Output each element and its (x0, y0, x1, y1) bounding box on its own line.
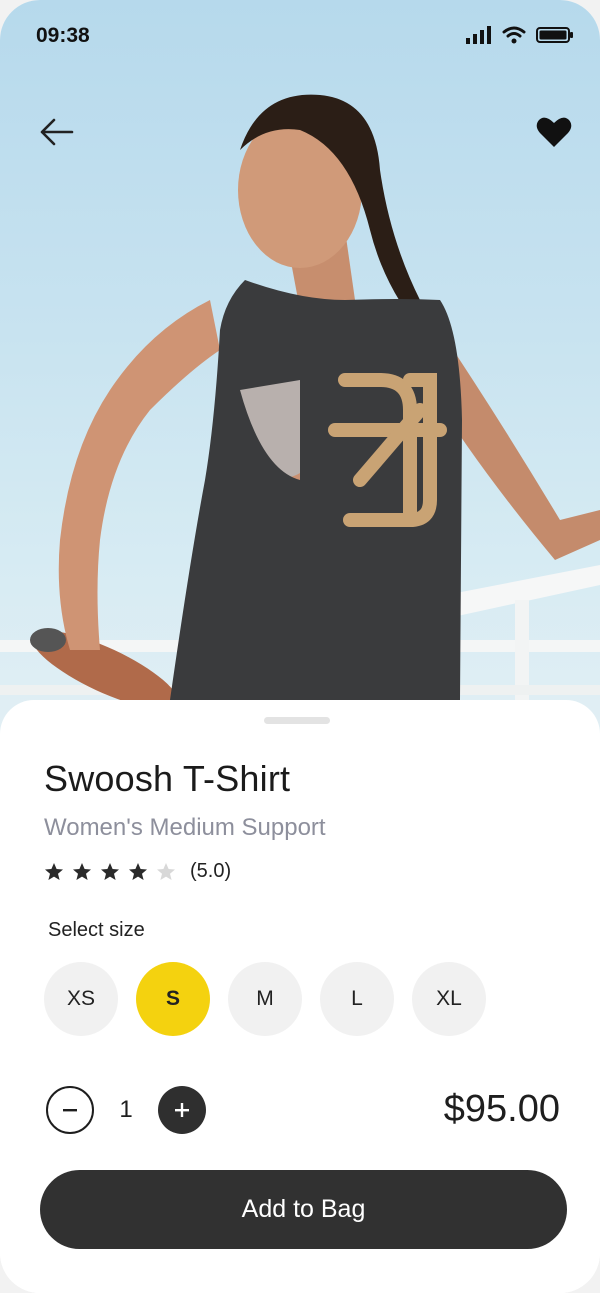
quantity-stepper: 1 (46, 1086, 206, 1134)
product-photo: 09:38 (0, 0, 600, 740)
plus-icon (175, 1103, 189, 1117)
back-arrow-icon (40, 118, 74, 146)
star-icon (101, 862, 119, 880)
product-price: $95.00 (443, 1088, 560, 1130)
minus-icon (63, 1109, 77, 1112)
sheet-drag-handle[interactable] (264, 717, 330, 724)
star-icon (73, 862, 91, 880)
product-details-sheet: Swoosh T-Shirt Women's Medium Support (5… (0, 700, 600, 1293)
product-subtitle: Women's Medium Support (44, 814, 326, 841)
star-icon (129, 862, 147, 880)
status-bar: 09:38 (0, 0, 600, 70)
signal-icon (466, 26, 491, 44)
product-photo-illustration (0, 94, 600, 710)
product-rating: (5.0) (44, 860, 231, 883)
size-selector: XS S M L XL (44, 962, 486, 1036)
product-title: Swoosh T-Shirt (44, 758, 291, 799)
status-icons (466, 26, 574, 44)
add-to-bag-button[interactable]: Add to Bag (40, 1170, 567, 1249)
size-option-l[interactable]: L (320, 962, 394, 1036)
heart-icon (536, 117, 572, 147)
favorite-button[interactable] (534, 112, 574, 152)
product-screen: 09:38 Swoosh T-Shirt Women's Medium Supp… (0, 0, 600, 1293)
decrease-quantity-button[interactable] (46, 1086, 94, 1134)
quantity-value: 1 (119, 1096, 133, 1123)
battery-icon (536, 27, 573, 43)
size-option-xs[interactable]: XS (44, 962, 118, 1036)
size-option-xl[interactable]: XL (412, 962, 486, 1036)
star-empty-icon (157, 862, 175, 880)
increase-quantity-button[interactable] (158, 1086, 206, 1134)
size-selector-label: Select size (48, 919, 145, 941)
size-option-m[interactable]: M (228, 962, 302, 1036)
star-icon (45, 862, 63, 880)
rating-value: (5.0) (190, 860, 232, 882)
wifi-icon (502, 26, 526, 44)
back-button[interactable] (36, 110, 80, 154)
status-time: 09:38 (36, 24, 90, 47)
size-option-s[interactable]: S (136, 962, 210, 1036)
